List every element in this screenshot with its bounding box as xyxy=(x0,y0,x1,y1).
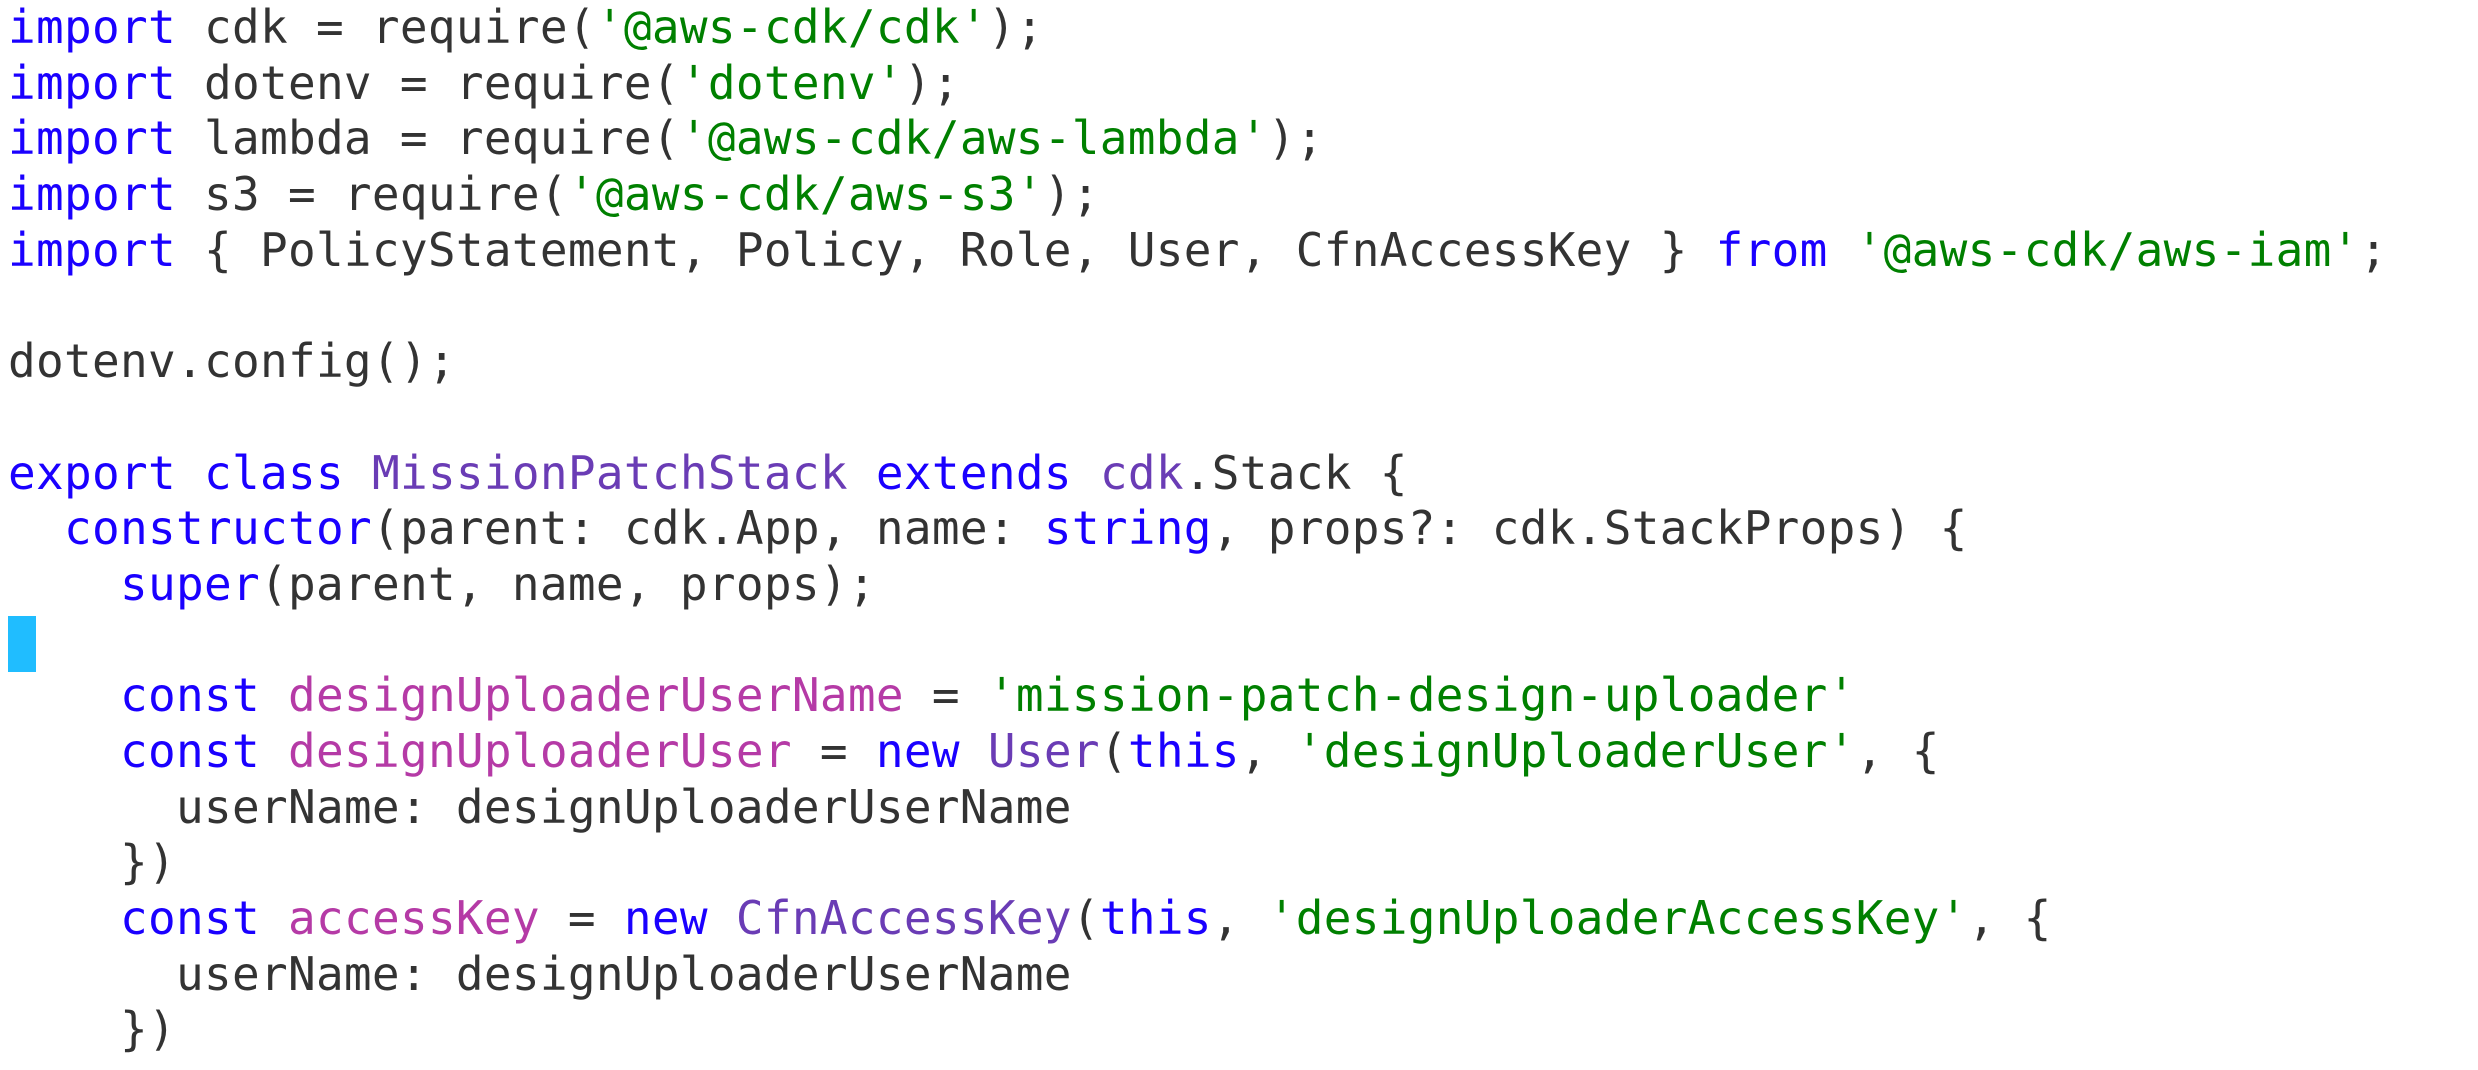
plain-token: lambda = require( xyxy=(175,111,680,166)
code-line[interactable]: }) xyxy=(8,835,2388,891)
plain-token: userName: designUploaderUserName xyxy=(8,779,1072,834)
code-line[interactable] xyxy=(8,278,2388,334)
code-editor[interactable]: import cdk = require('@aws-cdk/cdk'); imp… xyxy=(0,0,2478,1070)
plain-token: userName: designUploaderUserName xyxy=(8,946,1072,1001)
string-token: 'designUploaderUser' xyxy=(1295,723,1856,778)
text-cursor xyxy=(8,616,36,672)
code-line[interactable]: import cdk = require('@aws-cdk/cdk'); xyxy=(8,0,2388,56)
plain-token: ); xyxy=(903,55,960,110)
keyword-token: import xyxy=(8,111,176,166)
code-line[interactable]: import { PolicyStatement, Policy, Role, … xyxy=(8,223,2388,279)
plain-token: cdk = require( xyxy=(175,0,596,54)
code-line[interactable] xyxy=(8,613,2388,669)
keyword-token: new xyxy=(623,891,708,945)
string-token: 'mission-patch-design-uploader' xyxy=(987,668,1856,723)
code-line[interactable]: const accessKey = new CfnAccessKey(this,… xyxy=(8,891,2388,947)
code-area[interactable]: import cdk = require('@aws-cdk/cdk'); imp… xyxy=(8,0,2388,1058)
variable-token: designUploaderUser xyxy=(287,723,792,778)
keyword-token: const xyxy=(119,668,260,723)
keyword-token: const xyxy=(119,891,260,945)
plain-token: ); xyxy=(987,0,1044,54)
code-line[interactable]: import s3 = require('@aws-cdk/aws-s3'); xyxy=(8,167,2388,223)
keyword-token: new xyxy=(875,723,960,778)
string-token: '@aws-cdk/aws-s3' xyxy=(567,167,1044,222)
plain-token: dotenv = require( xyxy=(175,55,680,110)
keyword-token: this xyxy=(1099,891,1212,945)
code-line[interactable]: export class MissionPatchStack extends c… xyxy=(8,446,2388,502)
plain-token: , props?: cdk.StackProps) { xyxy=(1211,501,1968,556)
keyword-token: import xyxy=(8,222,176,277)
string-token: '@aws-cdk/aws-lambda' xyxy=(679,111,1268,166)
plain-token: = xyxy=(903,668,988,723)
keyword-token: import xyxy=(8,167,176,222)
code-line[interactable]: constructor(parent: cdk.App, name: strin… xyxy=(8,501,2388,557)
plain-token: { PolicyStatement, Policy, Role, User, C… xyxy=(175,222,1716,277)
plain-token: = xyxy=(791,723,876,778)
plain-token: = xyxy=(539,891,624,945)
plain-token: (parent: cdk.App, name: xyxy=(371,501,1044,556)
plain-token: , xyxy=(1211,891,1268,945)
code-line[interactable]: import dotenv = require('dotenv'); xyxy=(8,56,2388,112)
plain-token: ); xyxy=(1267,111,1324,166)
code-line[interactable]: import lambda = require('@aws-cdk/aws-la… xyxy=(8,111,2388,167)
code-line[interactable] xyxy=(8,390,2388,446)
string-token: '@aws-cdk/aws-iam' xyxy=(1855,222,2360,277)
plain-token: , xyxy=(1239,723,1296,778)
plain-token: dotenv.config(); xyxy=(8,334,456,389)
keyword-token: const xyxy=(119,723,260,778)
code-line[interactable]: userName: designUploaderUserName xyxy=(8,947,2388,1003)
code-line[interactable]: super(parent, name, props); xyxy=(8,557,2388,613)
plain-token: , { xyxy=(1967,891,2052,945)
plain-token: (parent, name, props); xyxy=(259,556,876,611)
plain-token: ); xyxy=(1043,167,1100,222)
code-line[interactable]: const designUploaderUserName = 'mission-… xyxy=(8,668,2388,724)
class-token: MissionPatchStack xyxy=(371,445,848,500)
plain-token: ( xyxy=(1099,723,1128,778)
code-line[interactable]: }) xyxy=(8,1002,2388,1058)
string-token: 'designUploaderAccessKey' xyxy=(1267,891,1968,945)
keyword-token: export xyxy=(8,445,176,500)
code-line[interactable]: dotenv.config(); xyxy=(8,334,2388,390)
keyword-token: extends xyxy=(875,445,1072,500)
keyword-token: this xyxy=(1127,723,1240,778)
keyword-token: import xyxy=(8,55,176,110)
class-token: CfnAccessKey xyxy=(735,891,1072,945)
class-token: cdk xyxy=(1099,445,1184,500)
code-line[interactable]: const designUploaderUser = new User(this… xyxy=(8,724,2388,780)
keyword-token: constructor xyxy=(64,501,372,556)
variable-token: accessKey xyxy=(287,891,540,945)
plain-token: .Stack { xyxy=(1183,445,1408,500)
class-token: User xyxy=(987,723,1100,778)
plain-token: ( xyxy=(1071,891,1100,945)
string-token: 'dotenv' xyxy=(679,55,904,110)
code-line[interactable]: userName: designUploaderUserName xyxy=(8,780,2388,836)
keyword-token: string xyxy=(1043,501,1212,556)
plain-token: ; xyxy=(2359,222,2388,277)
keyword-token: class xyxy=(203,445,344,500)
plain-token: }) xyxy=(8,1002,176,1057)
variable-token: designUploaderUserName xyxy=(287,668,904,723)
plain-token: s3 = require( xyxy=(175,167,568,222)
keyword-token: import xyxy=(8,0,176,54)
string-token: '@aws-cdk/cdk' xyxy=(595,0,988,54)
plain-token: }) xyxy=(8,835,176,890)
keyword-token: from xyxy=(1715,222,1828,277)
keyword-token: super xyxy=(119,556,260,611)
plain-token: , { xyxy=(1855,723,1940,778)
